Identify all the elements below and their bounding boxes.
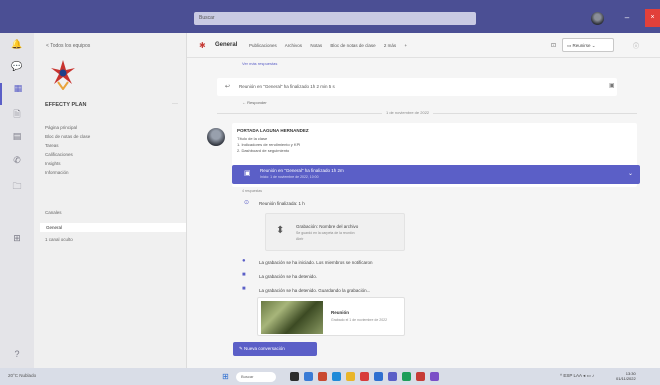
more-options-icon[interactable]: ··· xyxy=(172,101,178,107)
teams-icon[interactable]: ▦ xyxy=(0,83,34,105)
edge-icon[interactable] xyxy=(332,372,341,381)
chevron-down-icon[interactable]: ⌄ xyxy=(628,170,633,177)
app-icon[interactable] xyxy=(318,372,327,381)
post-line: 1. Indicadores de rendimiento y KPI xyxy=(237,142,301,147)
channel-main: ✱ General Publicaciones Archivos Notas B… xyxy=(187,33,660,368)
apps-icon[interactable]: ⊞ xyxy=(0,233,34,255)
file-explorer-icon[interactable] xyxy=(346,372,355,381)
meeting-ended-icon: ⊙ xyxy=(244,200,250,206)
user-avatar[interactable] xyxy=(591,12,604,25)
teams-taskbar-icon[interactable] xyxy=(388,372,397,381)
event-recording-saving: La grabación se ha detenido. Guardando l… xyxy=(259,288,371,293)
video-subtitle: Grabado el 1 de noviembre de 2022 xyxy=(331,318,388,322)
nav-item-class-notebook[interactable]: Bloc de notas de clase xyxy=(45,134,90,143)
new-conversation-button[interactable]: ✎ Nueva conversación xyxy=(233,342,317,356)
minimize-icon[interactable]: – xyxy=(622,14,632,23)
tab-posts[interactable]: Publicaciones xyxy=(249,43,277,48)
post-line: 2. Dashboard de seguimiento xyxy=(237,148,290,153)
tab-more[interactable]: 2 más xyxy=(384,43,396,48)
author-avatar[interactable] xyxy=(207,128,225,146)
tab-notes[interactable]: Notas xyxy=(310,43,322,48)
tab-class-notebook[interactable]: Bloc de notas de clase xyxy=(330,43,375,48)
app-icon[interactable] xyxy=(402,372,411,381)
hidden-channels-link[interactable]: 1 canal oculto xyxy=(45,237,73,242)
nav-item-grades[interactable]: Calificaciones xyxy=(45,152,90,161)
nav-item-insights[interactable]: Insights xyxy=(45,161,90,170)
bell-icon[interactable]: 🔔 xyxy=(0,39,34,61)
app-rail: 🔔 💬 ▦ 🗎 ▤ ✆ 🗀 ⊞ ? xyxy=(0,33,34,368)
event-meeting-ended: Reunión finalizada: 1 h xyxy=(259,201,305,206)
store-icon[interactable] xyxy=(374,372,383,381)
post-line: Título de la clase xyxy=(237,136,268,141)
calendar-icon[interactable]: ▤ xyxy=(0,131,34,153)
date-divider-label: 1 de noviembre de 2022 xyxy=(382,110,434,115)
system-tray[interactable]: ^ ESP LAA ◂ ▭ ♪ xyxy=(560,373,594,379)
camera-icon: ▣ xyxy=(244,170,251,177)
taskbar-search[interactable]: Buscar xyxy=(236,372,276,382)
taskbar: 20°C Nublado ⊞ Buscar ^ ESP LAA ◂ ▭ ♪ 13… xyxy=(0,368,660,385)
back-to-teams-link[interactable]: < Todos los equipos xyxy=(46,43,90,49)
calls-icon[interactable]: ✆ xyxy=(0,155,34,177)
banner-title: Reunión en "General" ha finalizado 1h 2m xyxy=(260,168,344,173)
clock[interactable]: 13:30 01/11/2022 xyxy=(616,371,636,381)
windows-start-icon[interactable]: ⊞ xyxy=(222,372,229,381)
recording-title: Grabación: Nombre del archivo xyxy=(296,224,359,229)
channel-tabs: Publicaciones Archivos Notas Bloc de not… xyxy=(249,43,414,48)
stop-icon: ■ xyxy=(242,272,246,278)
info-icon[interactable]: ⓘ xyxy=(633,41,639,50)
close-icon[interactable]: × xyxy=(645,9,660,27)
meeting-banner[interactable]: ▣ Reunión en "General" ha finalizado 1h … xyxy=(232,165,640,184)
record-icon: ● xyxy=(242,258,246,264)
chat-icon[interactable]: 💬 xyxy=(0,61,34,83)
channel-general[interactable]: General xyxy=(40,223,186,232)
channel-header: ✱ General Publicaciones Archivos Notas B… xyxy=(187,33,660,58)
search-input[interactable]: Buscar xyxy=(194,12,476,25)
meeting-ended-text: Reunión en "General" ha finalizado 1h 2 … xyxy=(239,84,335,89)
video-card[interactable]: Reunión Grabado el 1 de noviembre de 202… xyxy=(257,297,405,336)
reply-link[interactable]: ← Responder xyxy=(242,100,267,105)
nav-item-home[interactable]: Página principal xyxy=(45,125,90,134)
team-nav: Página principal Bloc de notas de clase … xyxy=(45,125,90,179)
replies-count[interactable]: 4 respuestas xyxy=(242,189,262,193)
post-author: PORTADA LAGUNA HERNANDEZ xyxy=(237,128,309,133)
team-icon: ✱ xyxy=(199,41,206,50)
stop-icon: ■ xyxy=(242,286,246,292)
add-tab-icon[interactable]: + xyxy=(404,43,407,48)
nav-item-info[interactable]: Información xyxy=(45,170,90,179)
team-panel: < Todos los equipos EFFECTY PLAN ··· Pág… xyxy=(34,33,187,368)
files-icon[interactable]: 🗀 xyxy=(0,179,34,201)
nav-item-assignments[interactable]: Tareas xyxy=(45,143,90,152)
app-icon[interactable] xyxy=(416,372,425,381)
expand-icon[interactable]: ⊡ xyxy=(551,42,556,49)
weather-widget[interactable]: 20°C Nublado xyxy=(8,373,36,378)
recording-card[interactable]: ⬍ Grabación: Nombre del archivo Se guard… xyxy=(265,213,405,251)
reply-arrow-icon: ↩ xyxy=(225,84,231,90)
app-icon[interactable] xyxy=(430,372,439,381)
team-logo xyxy=(51,60,75,90)
meet-button[interactable]: ▭ Reunirse ⌄ xyxy=(562,38,614,52)
channels-header: Canales xyxy=(45,210,62,215)
event-recording-started: La grabación se ha iniciado. Los miembro… xyxy=(259,260,373,265)
widgets-icon[interactable] xyxy=(304,372,313,381)
video-thumbnail[interactable] xyxy=(261,301,323,334)
assignments-icon[interactable]: 🗎 xyxy=(0,107,34,129)
top-bar: Buscar – × xyxy=(0,0,660,33)
tab-files[interactable]: Archivos xyxy=(285,43,302,48)
file-icon: ⬍ xyxy=(276,225,285,236)
see-more-replies-link[interactable]: Ver más respuestas xyxy=(242,61,277,66)
event-recording-stopped: La grabación se ha detenido. xyxy=(259,274,318,279)
recording-open-link[interactable]: Abrir xyxy=(296,237,303,241)
banner-subtitle: Inicio: 1 de noviembre de 2022, 10:00 xyxy=(260,175,319,179)
channel-title: General xyxy=(215,42,238,48)
team-name: EFFECTY PLAN xyxy=(45,102,87,108)
meeting-ended-card[interactable]: ↩ Reunión en "General" ha finalizado 1h … xyxy=(217,78,617,96)
recording-subtitle: Se guardó en la carpeta de la reunión xyxy=(296,231,355,235)
app-icon[interactable] xyxy=(360,372,369,381)
video-title: Reunión xyxy=(331,310,349,315)
meeting-icon: ▣ xyxy=(609,83,615,89)
task-view-icon[interactable] xyxy=(290,372,299,381)
